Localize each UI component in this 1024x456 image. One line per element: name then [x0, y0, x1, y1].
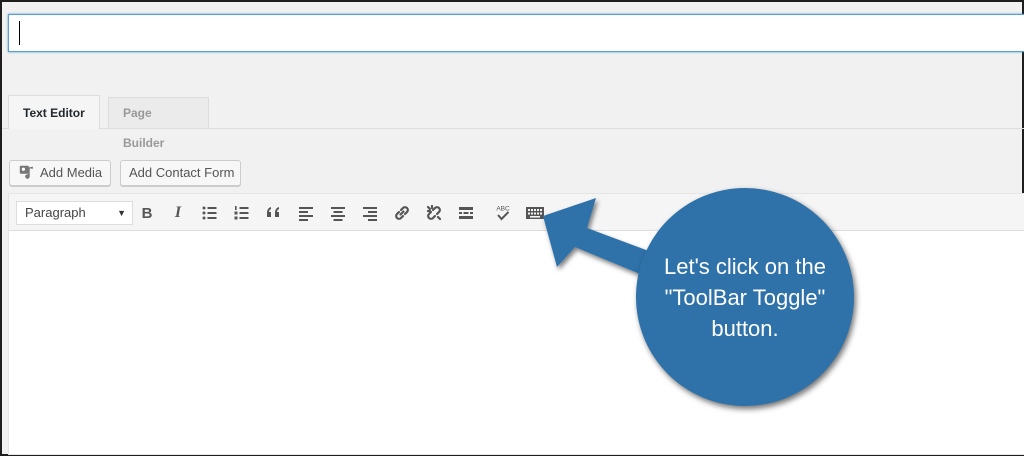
insert-link-button[interactable] — [391, 202, 413, 224]
align-left-button[interactable] — [295, 202, 317, 224]
align-right-icon — [363, 207, 377, 221]
read-more-button[interactable] — [455, 202, 477, 224]
tabs-divider — [2, 128, 1024, 129]
callout-text: Let's click on the "ToolBar Toggle" butt… — [664, 253, 826, 341]
bold-button[interactable]: B — [136, 202, 158, 224]
italic-button[interactable]: I — [167, 202, 189, 224]
toolbar-toggle-button[interactable] — [524, 202, 546, 224]
callout-bubble: Let's click on the "ToolBar Toggle" butt… — [636, 188, 854, 406]
text-cursor — [19, 21, 20, 45]
read-more-icon — [459, 207, 473, 219]
spellcheck-icon: ABC — [496, 206, 510, 221]
align-center-icon — [331, 207, 345, 221]
toolbar-toggle-icon — [526, 207, 544, 219]
link-icon — [395, 206, 409, 220]
format-select-value: Paragraph — [25, 205, 86, 220]
add-contact-form-button[interactable]: Add Contact Form — [120, 160, 241, 186]
align-right-button[interactable] — [359, 202, 381, 224]
blockquote-icon — [267, 207, 279, 217]
align-left-icon — [299, 207, 313, 221]
italic-icon: I — [174, 204, 182, 221]
bulleted-list-icon — [202, 206, 217, 220]
chevron-down-icon: ▼ — [117, 208, 126, 218]
tab-text-editor[interactable]: Text Editor — [8, 95, 100, 129]
post-title-input[interactable] — [8, 14, 1024, 52]
format-select[interactable]: Paragraph ▼ — [16, 201, 133, 225]
spellcheck-button[interactable]: ABC — [492, 202, 514, 224]
bold-icon: B — [141, 204, 153, 222]
numbered-list-button[interactable] — [231, 202, 253, 224]
media-icon — [18, 163, 36, 181]
remove-link-button[interactable] — [423, 202, 445, 224]
bulleted-list-button[interactable] — [199, 202, 221, 224]
add-media-button[interactable]: Add Media — [9, 160, 111, 186]
numbered-list-icon — [234, 206, 249, 220]
editor-toolbar: Paragraph ▼ B I ABC — [9, 194, 1024, 231]
add-media-label: Add Media — [40, 165, 103, 180]
editor-area[interactable]: Paragraph ▼ B I ABC — [8, 193, 1024, 455]
editor-tabs: Text Editor Page Builder — [8, 95, 1024, 150]
blockquote-button[interactable] — [263, 202, 285, 224]
tab-page-builder[interactable]: Page Builder — [108, 97, 209, 150]
align-center-button[interactable] — [327, 202, 349, 224]
unlink-icon — [426, 204, 442, 221]
